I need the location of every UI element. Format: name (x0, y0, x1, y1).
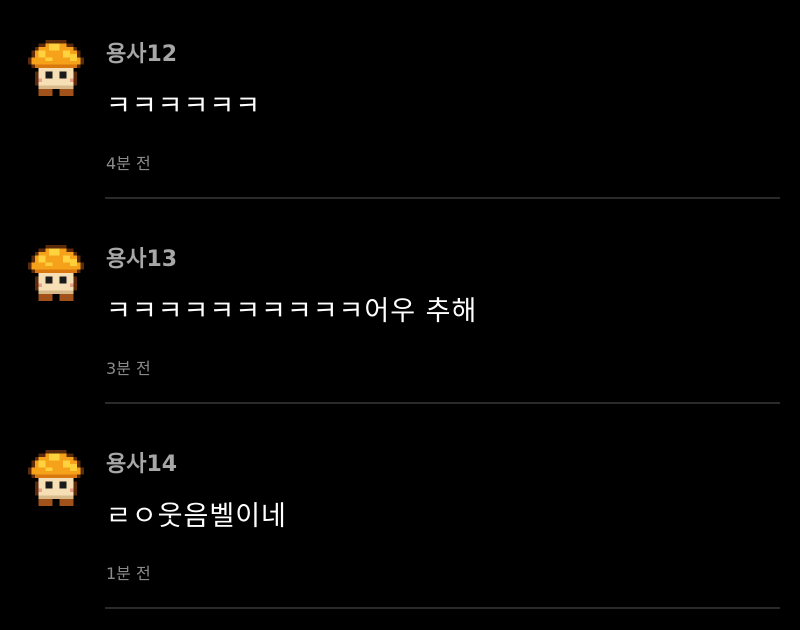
comment-timestamp: 1분 전 (106, 564, 151, 583)
comment-username[interactable]: 용사14 (106, 446, 177, 478)
comment-username[interactable]: 용사13 (106, 241, 177, 273)
comment-timestamp: 4분 전 (106, 154, 151, 173)
comment-item: 용사14 ㄹㅇ웃음벨이네 1분 전 (0, 410, 800, 615)
comment-message: ㅋㅋㅋㅋㅋㅋㅋㅋㅋㅋ어우 추해 (106, 296, 478, 327)
comment-divider (105, 197, 780, 199)
comment-message: ㅋㅋㅋㅋㅋㅋ (106, 91, 262, 122)
comment-timestamp: 3분 전 (106, 359, 151, 378)
orange-mushroom-icon[interactable] (28, 40, 84, 96)
comment-item: 용사13 ㅋㅋㅋㅋㅋㅋㅋㅋㅋㅋ어우 추해 3분 전 (0, 205, 800, 410)
comment-divider (105, 607, 780, 609)
comment-item: 용사12 ㅋㅋㅋㅋㅋㅋ 4분 전 (0, 0, 800, 205)
comment-username[interactable]: 용사12 (106, 36, 177, 68)
comment-message: ㄹㅇ웃음벨이네 (106, 501, 287, 532)
comment-divider (105, 402, 780, 404)
orange-mushroom-icon[interactable] (28, 245, 84, 301)
orange-mushroom-icon[interactable] (28, 450, 84, 506)
